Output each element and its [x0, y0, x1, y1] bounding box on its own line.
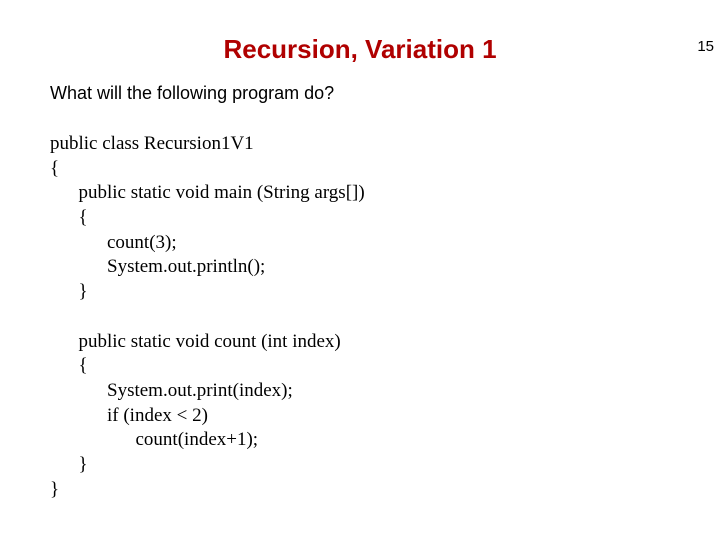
code-line: public static void main (String args[]) — [50, 182, 365, 203]
code-line: { — [50, 158, 59, 179]
code-block: public class Recursion1V1 { public stati… — [50, 132, 720, 502]
slide-title: Recursion, Variation 1 — [0, 34, 720, 65]
code-line: { — [50, 355, 88, 376]
code-line: public class Recursion1V1 — [50, 133, 254, 154]
code-line: public static void count (int index) — [50, 331, 341, 352]
page-number: 15 — [697, 38, 714, 55]
code-line: } — [50, 281, 88, 302]
code-line: { — [50, 207, 88, 228]
code-line: count(3); — [50, 232, 177, 253]
code-line: count(index+1); — [50, 429, 258, 450]
code-line: } — [50, 454, 88, 475]
code-line: if (index < 2) — [50, 405, 208, 426]
code-line: System.out.println(); — [50, 256, 265, 277]
code-line: } — [50, 479, 59, 500]
code-line: System.out.print(index); — [50, 380, 293, 401]
question-text: What will the following program do? — [50, 83, 720, 104]
